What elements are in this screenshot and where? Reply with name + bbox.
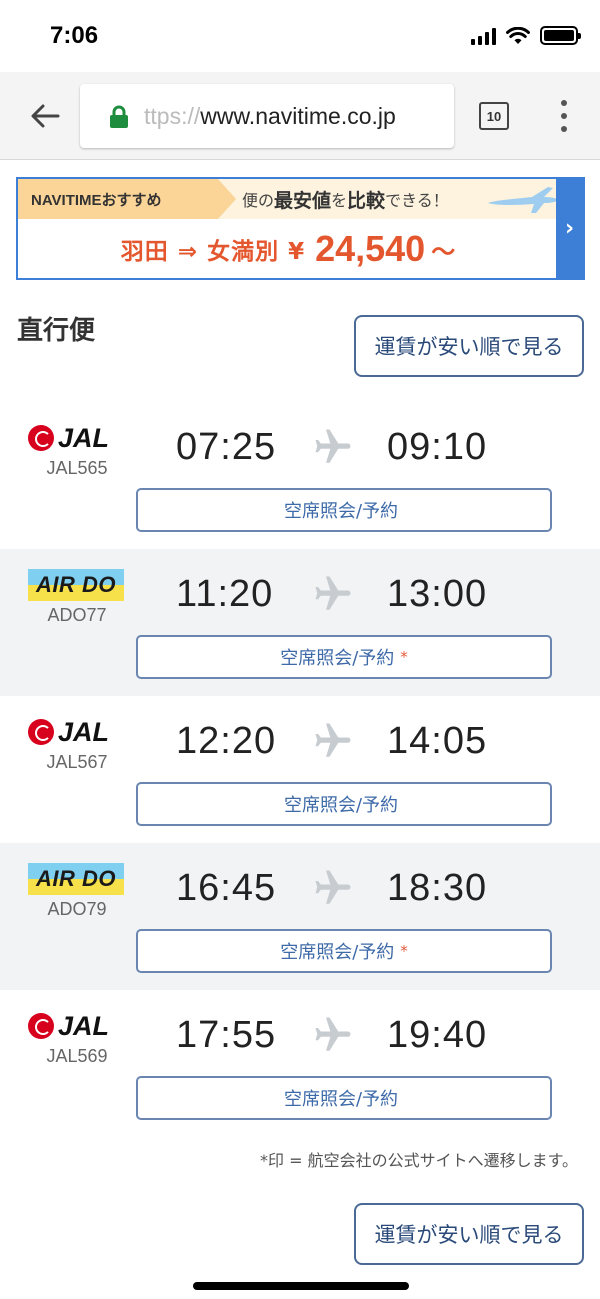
route-tilde: 〜: [431, 237, 456, 266]
plane-icon: [315, 576, 351, 610]
back-arrow-icon: [31, 104, 60, 128]
airline-name: AIR DO: [36, 572, 116, 597]
flight-row: JAL JAL569 17:55 19:40 空席照会/予約: [0, 990, 600, 1137]
plane-illustration-icon: [488, 187, 558, 213]
banner-route: 羽田 ⇒ 女満別 ¥ 24,540 〜: [18, 219, 558, 278]
status-bar: 7:06: [0, 0, 600, 72]
reserve-button[interactable]: 空席照会/予約 *: [136, 635, 552, 679]
reserve-label: 空席照会/予約: [280, 648, 395, 669]
home-indicator[interactable]: [193, 1282, 409, 1290]
airline-name: JAL: [58, 422, 110, 453]
flight-row: AIR DO ADO79 16:45 18:30 空席照会/予約 *: [0, 843, 600, 990]
jal-crane-icon: [28, 425, 54, 451]
flight-number: JAL569: [46, 1046, 108, 1066]
url-text: ttps://www.navitime.co.jp: [144, 103, 396, 130]
url-bar[interactable]: ttps://www.navitime.co.jp: [80, 84, 454, 148]
section-title: 直行便: [17, 316, 96, 346]
airline-name: JAL: [58, 1010, 110, 1041]
arrival-time: 19:40: [387, 1014, 488, 1056]
reserve-button[interactable]: 空席照会/予約: [136, 1076, 552, 1120]
plane-icon: [315, 723, 351, 757]
compare-bold-1: 最安値: [274, 189, 332, 212]
flight-row: JAL JAL567 12:20 14:05 空席照会/予約: [0, 696, 600, 843]
banner-tag: NAVITIMEおすすめ: [18, 179, 236, 219]
airline-name: JAL: [58, 716, 110, 747]
reserve-label: 空席照会/予約: [280, 942, 395, 963]
sort-by-price-button-bottom[interactable]: 運賃が安い順で見る: [354, 1203, 584, 1265]
departure-time: 11:20: [176, 573, 274, 615]
compare-pre: 便の: [242, 191, 275, 210]
jal-logo: JAL: [28, 422, 126, 454]
jal-logo: JAL: [28, 716, 126, 748]
departure-time: 17:55: [176, 1014, 277, 1056]
compare-mid: を: [331, 191, 348, 210]
jal-logo: JAL: [28, 1010, 126, 1042]
external-mark: *: [400, 942, 408, 960]
flight-number: JAL565: [46, 458, 108, 478]
external-mark: *: [400, 648, 408, 666]
footnote: *印 = 航空会社の公式サイトへ遷移します。: [260, 1151, 578, 1170]
reserve-label: 空席照会/予約: [283, 1089, 399, 1110]
back-button[interactable]: [22, 96, 68, 136]
plane-icon: [315, 1017, 351, 1051]
chevron-right-icon[interactable]: ›: [556, 179, 583, 278]
flight-row: AIR DO ADO77 11:20 13:00 空席照会/予約 *: [0, 549, 600, 696]
reserve-label: 空席照会/予約: [283, 501, 399, 522]
reserve-button[interactable]: 空席照会/予約: [136, 488, 552, 532]
flight-number: JAL567: [46, 752, 108, 772]
url-scheme: ttps://: [144, 102, 201, 129]
browser-toolbar: ttps://www.navitime.co.jp 10: [0, 72, 600, 160]
banner-top: NAVITIMEおすすめ 便の 最安値を比較 できる！: [18, 179, 558, 219]
arrival-time: 09:10: [387, 426, 488, 468]
wifi-icon: [506, 26, 530, 44]
reserve-label: 空席照会/予約: [283, 795, 399, 816]
sort-by-price-button[interactable]: 運賃が安い順で見る: [354, 315, 584, 377]
route-price: 24,540: [315, 228, 426, 269]
flight-row: JAL JAL565 07:25 09:10 空席照会/予約: [0, 402, 600, 549]
status-icons: [471, 26, 581, 45]
reserve-button[interactable]: 空席照会/予約: [136, 782, 552, 826]
arrival-time: 14:05: [387, 720, 488, 762]
jal-crane-icon: [28, 719, 54, 745]
flight-number: ADO77: [47, 605, 107, 625]
plane-icon: [315, 429, 351, 463]
compare-post: できる！: [385, 191, 449, 210]
flight-list: JAL JAL565 07:25 09:10 空席照会/予約 AIR DO AD…: [0, 402, 600, 1137]
departure-time: 07:25: [176, 426, 277, 468]
compare-bold-2: 比較: [347, 189, 386, 212]
jal-crane-icon: [28, 1013, 54, 1039]
airline-name: AIR DO: [36, 866, 116, 891]
airdo-logo: AIR DO: [28, 569, 124, 601]
status-time: 7:06: [50, 22, 99, 49]
airdo-logo: AIR DO: [28, 863, 124, 895]
plane-icon: [315, 870, 351, 904]
arrival-time: 13:00: [387, 573, 488, 615]
overflow-menu-icon[interactable]: [556, 100, 572, 132]
battery-icon: [540, 26, 581, 45]
reserve-button[interactable]: 空席照会/予約 *: [136, 929, 552, 973]
route-text: 羽田 ⇒ 女満別 ¥: [120, 239, 306, 265]
signal-icon: [471, 27, 496, 45]
departure-time: 12:20: [176, 720, 277, 762]
tabs-button[interactable]: 10: [479, 102, 509, 130]
url-host: www.navitime.co.jp: [200, 102, 396, 129]
lock-icon: [108, 103, 130, 129]
arrival-time: 18:30: [387, 867, 488, 909]
departure-time: 16:45: [176, 867, 277, 909]
tab-count: 10: [486, 108, 502, 124]
banner-compare-text: 便の 最安値を比較 できる！: [242, 179, 449, 219]
flight-number: ADO79: [47, 899, 107, 919]
promo-banner[interactable]: NAVITIMEおすすめ 便の 最安値を比較 できる！ 羽田 ⇒ 女満別 ¥ 24,…: [16, 177, 585, 280]
